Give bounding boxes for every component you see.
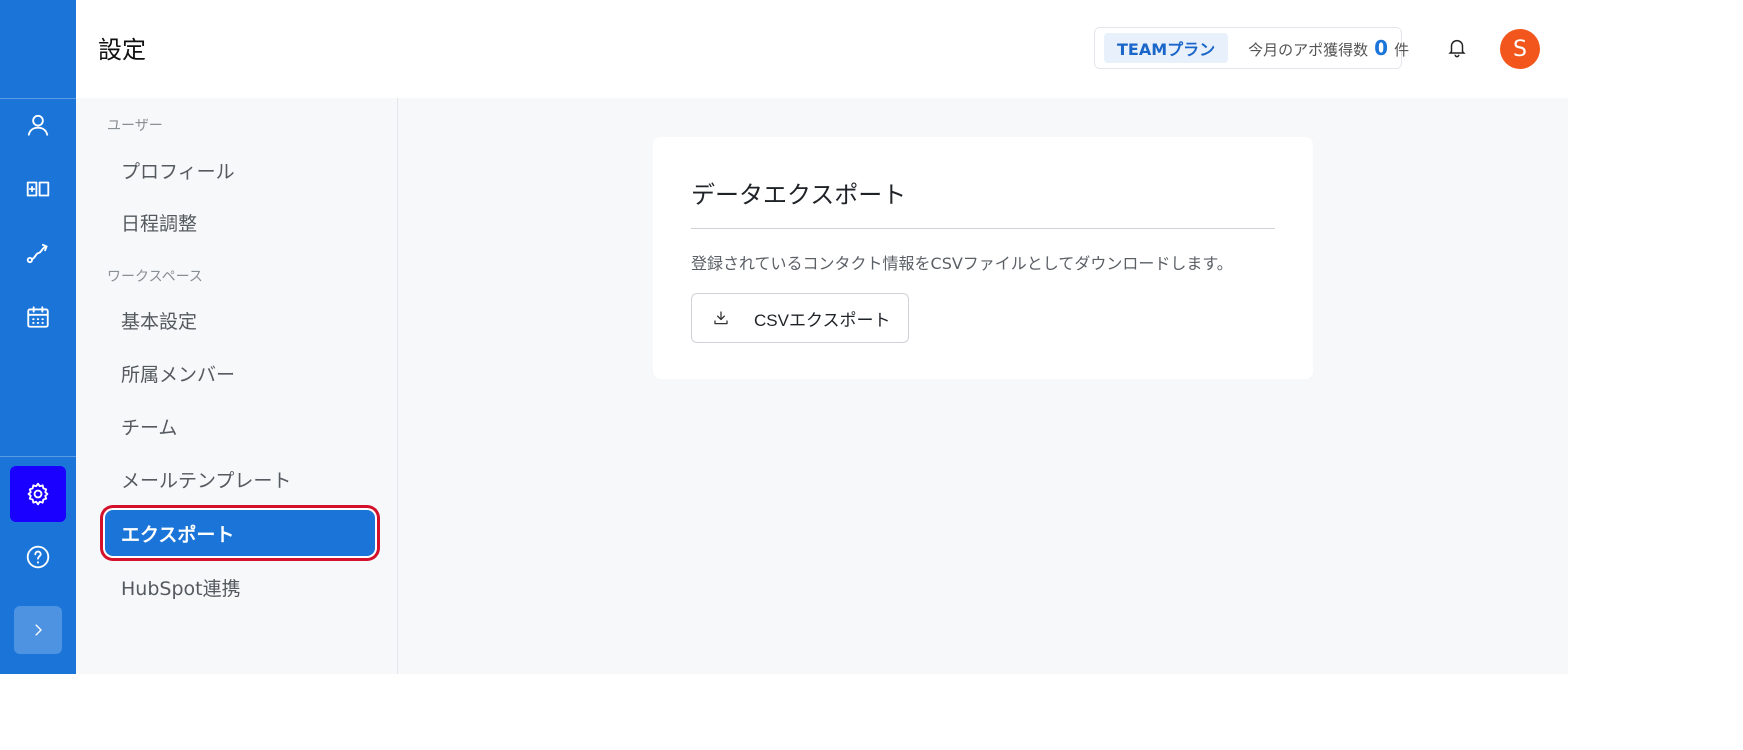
settings-nav: ユーザー プロフィール 日程調整 ワークスペース 基本設定 所属メンバー チーム…	[76, 98, 398, 674]
nav-section-user: ユーザー	[107, 118, 163, 134]
rail-expand-button[interactable]	[14, 606, 62, 654]
appointment-label: 今月のアポ獲得数	[1248, 41, 1369, 59]
board-icon	[26, 181, 50, 197]
main-content: データエクスポート 登録されているコンタクト情報をCSVファイルとしてダウンロー…	[398, 98, 1568, 674]
export-card: データエクスポート 登録されているコンタクト情報をCSVファイルとしてダウンロー…	[653, 137, 1313, 379]
rail-help-button[interactable]	[10, 529, 66, 585]
help-icon	[26, 545, 50, 569]
bell-icon	[1448, 39, 1466, 58]
user-icon	[27, 114, 49, 136]
plan-status-box: TEAMプラン 今月のアポ獲得数 0 件	[1094, 27, 1409, 69]
app-window: 設定 TEAMプラン 今月のアポ獲得数 0 件 S ユーザー プロフィール 日程…	[0, 0, 1568, 674]
nav-item-mail-template[interactable]: メールテンプレート	[105, 456, 375, 502]
nav-item-export[interactable]: エクスポート	[105, 510, 375, 556]
nav-section-workspace: ワークスペース	[107, 269, 203, 285]
csv-export-label: CSVエクスポート	[754, 310, 891, 330]
rail-board-button[interactable]	[10, 161, 66, 217]
nav-item-members[interactable]: 所属メンバー	[105, 350, 375, 396]
chevron-right-icon	[35, 624, 42, 636]
nav-item-scheduling[interactable]: 日程調整	[105, 199, 375, 245]
download-icon	[714, 311, 728, 325]
rail-settings-button[interactable]	[10, 466, 66, 522]
csv-export-button[interactable]: CSVエクスポート	[691, 293, 909, 343]
gear-icon	[27, 482, 49, 506]
appointment-unit: 件	[1394, 41, 1410, 59]
icon-rail	[0, 0, 76, 674]
route-icon	[26, 243, 48, 264]
nav-item-profile[interactable]: プロフィール	[105, 147, 375, 193]
nav-item-basic-settings[interactable]: 基本設定	[105, 297, 375, 343]
card-description: 登録されているコンタクト情報をCSVファイルとしてダウンロードします。	[691, 254, 1233, 273]
user-avatar[interactable]: S	[1500, 29, 1540, 69]
appointment-count: 0	[1374, 36, 1389, 60]
rail-contacts-button[interactable]	[10, 97, 66, 153]
card-title: データエクスポート	[691, 181, 907, 209]
nav-item-team[interactable]: チーム	[105, 403, 375, 449]
notification-button[interactable]	[1446, 36, 1470, 60]
card-divider	[691, 228, 1275, 229]
rail-sequence-button[interactable]	[10, 225, 66, 281]
rail-calendar-button[interactable]	[10, 289, 66, 345]
top-header: 設定 TEAMプラン 今月のアポ獲得数 0 件 S	[76, 0, 1568, 98]
plan-badge: TEAMプラン	[1104, 33, 1229, 63]
appointment-counter: 今月のアポ獲得数 0 件	[1248, 36, 1409, 60]
page-title: 設定	[98, 36, 146, 64]
rail-divider	[0, 456, 76, 457]
nav-item-hubspot[interactable]: HubSpot連携	[105, 564, 375, 610]
calendar-icon	[27, 306, 49, 328]
